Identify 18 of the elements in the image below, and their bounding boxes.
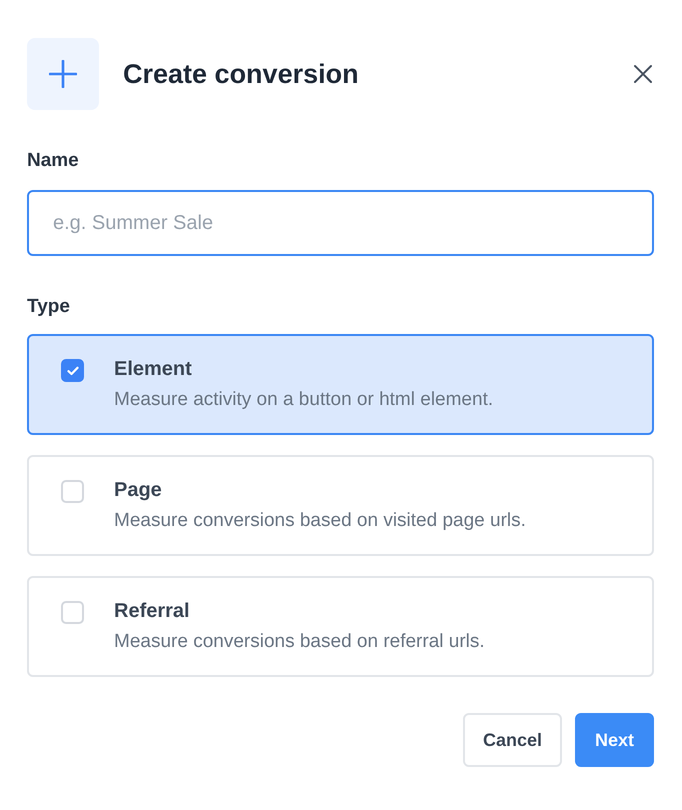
field-label: Name — [27, 150, 80, 172]
option-title: Element — [114, 358, 193, 381]
option-description: Measure conversions based on visited page urls. — [114, 510, 526, 532]
cancel-button[interactable]: Cancel — [462, 713, 562, 767]
plus-icon — [27, 38, 99, 110]
close-button[interactable] — [632, 63, 654, 85]
type-option[interactable]: Referral Measure conversions based on referral urls. — [27, 576, 654, 677]
type-option[interactable]: Element Measure activity on a button or html element. — [27, 334, 654, 435]
option-title: Page — [114, 479, 163, 502]
name-field[interactable]: e.g. Summer Sale — [27, 190, 654, 256]
dialog-title: Create conversion — [123, 58, 360, 90]
section-label: Type — [27, 296, 71, 318]
option-title: Referral — [114, 600, 191, 623]
check-icon — [66, 366, 78, 376]
type-option[interactable]: Page Measure conversions based on visited page urls. — [27, 455, 654, 556]
option-description: Measure conversions based on referral urls. — [114, 631, 485, 653]
option-description: Measure activity on a button or html element. — [114, 389, 494, 411]
checkbox[interactable] — [61, 359, 84, 382]
